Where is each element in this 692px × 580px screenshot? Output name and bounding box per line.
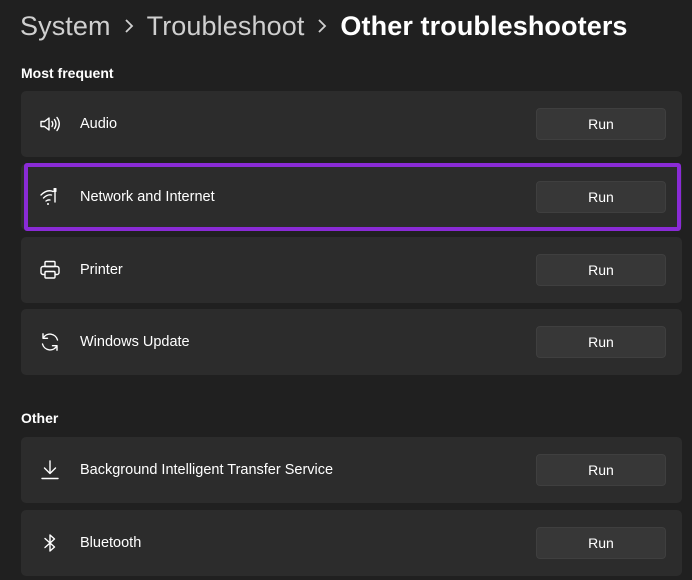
section-heading-most-frequent: Most frequent	[21, 65, 114, 81]
troubleshooter-label: Bluetooth	[80, 535, 142, 551]
troubleshooter-label: Network and Internet	[80, 189, 215, 205]
wifi-icon	[37, 184, 63, 210]
breadcrumb-troubleshoot[interactable]: Troubleshoot	[147, 11, 305, 42]
chevron-right-icon	[111, 11, 147, 41]
troubleshooter-row-network-and-internet: Network and Internet Run	[21, 164, 682, 230]
run-windows-update-button[interactable]: Run	[536, 326, 666, 358]
printer-icon	[37, 257, 63, 283]
troubleshooter-row-bluetooth: Bluetooth Run	[21, 510, 682, 576]
run-network-and-internet-button[interactable]: Run	[536, 181, 666, 213]
troubleshooters-page: System Troubleshoot Other troubleshooter…	[0, 0, 692, 580]
troubleshooter-row-background-intelligent-transfer-service: Background Intelligent Transfer Service …	[21, 437, 682, 503]
download-icon	[37, 457, 63, 483]
chevron-right-icon	[304, 11, 340, 41]
troubleshooter-row-windows-update: Windows Update Run	[21, 309, 682, 375]
troubleshooter-label: Background Intelligent Transfer Service	[80, 462, 334, 478]
breadcrumb-system[interactable]: System	[20, 11, 111, 42]
bluetooth-icon	[37, 530, 63, 556]
run-audio-button[interactable]: Run	[536, 108, 666, 140]
run-bluetooth-button[interactable]: Run	[536, 527, 666, 559]
speaker-icon	[37, 111, 63, 137]
sync-icon	[37, 329, 63, 355]
troubleshooter-label: Audio	[80, 116, 118, 132]
run-printer-button[interactable]: Run	[536, 254, 666, 286]
troubleshooter-row-printer: Printer Run	[21, 237, 682, 303]
run-bits-button[interactable]: Run	[536, 454, 666, 486]
section-heading-other: Other	[21, 410, 59, 426]
troubleshooter-label: Windows Update	[80, 334, 190, 350]
troubleshooter-label: Printer	[80, 262, 123, 278]
breadcrumb: System Troubleshoot Other troubleshooter…	[20, 6, 628, 46]
troubleshooter-row-audio: Audio Run	[21, 91, 682, 157]
page-title: Other troubleshooters	[340, 10, 628, 41]
